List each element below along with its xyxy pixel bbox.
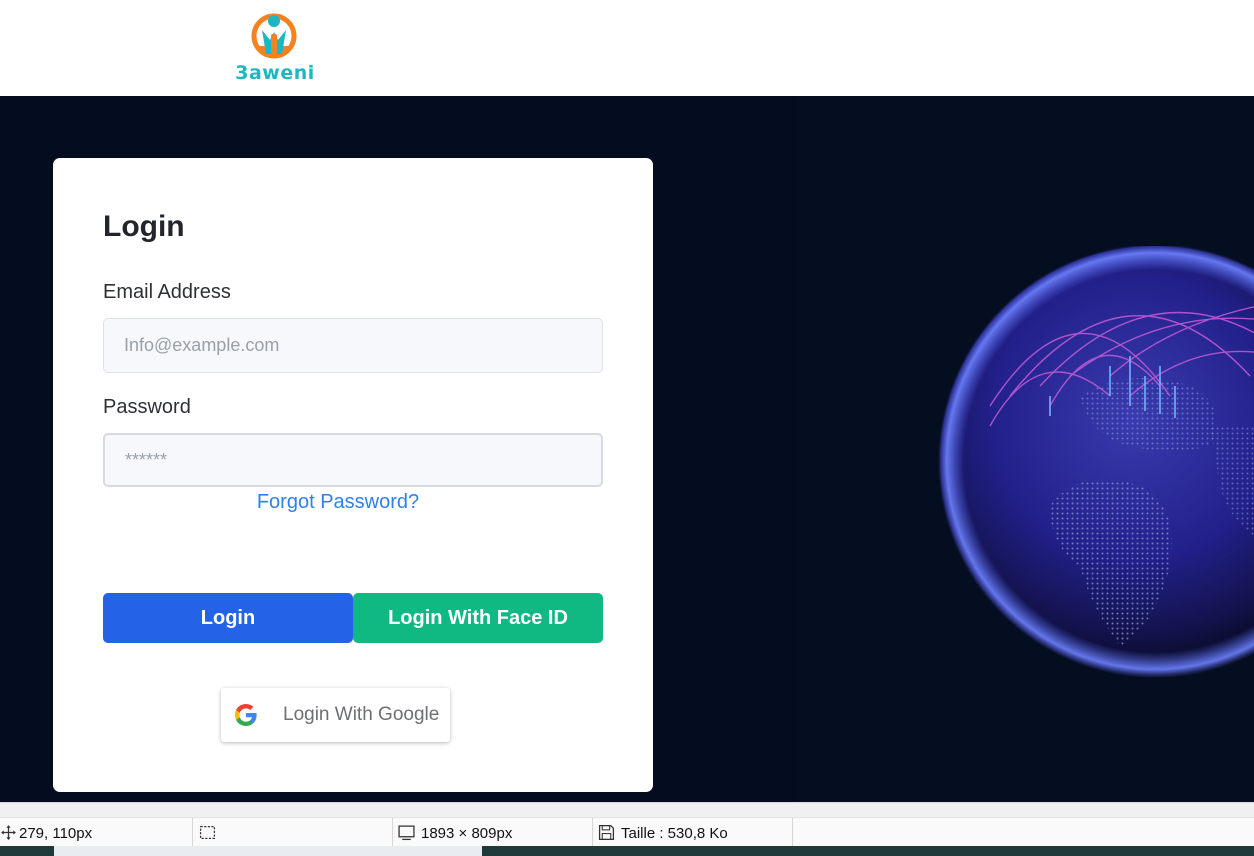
login-card: Login Email Address Password Forgot Pass… — [53, 158, 653, 792]
save-disk-icon — [598, 824, 615, 841]
selection-segment — [193, 818, 393, 848]
globe-illustration — [938, 246, 1254, 678]
login-google-button[interactable]: Login With Google — [221, 688, 450, 742]
person-info-icon — [251, 13, 297, 59]
cursor-position-segment: 279, 110px — [0, 818, 193, 848]
login-title: Login — [103, 210, 185, 243]
selection-icon — [199, 826, 216, 839]
status-bar-row: 279, 110px 1893 × 809px Taille : 530,8 K… — [0, 817, 1254, 849]
google-g-icon — [235, 704, 257, 726]
taskbar-strip-light — [54, 846, 482, 856]
login-button[interactable]: Login — [103, 593, 353, 643]
email-label: Email Address — [103, 281, 231, 303]
cursor-position: 279, 110px — [19, 825, 93, 842]
file-size: Taille : 530,8 Ko — [621, 825, 728, 842]
login-face-id-button[interactable]: Login With Face ID — [353, 593, 603, 643]
email-field[interactable] — [103, 318, 603, 373]
taskbar-strip — [0, 846, 1254, 856]
logo-text: 3aweni — [235, 62, 315, 84]
image-size-icon — [398, 825, 415, 841]
move-cursor-icon — [1, 825, 16, 840]
forgot-password-link[interactable]: Forgot Password? — [53, 491, 623, 514]
image-size-segment: 1893 × 809px — [393, 818, 593, 848]
password-label: Password — [103, 396, 191, 418]
google-button-label: Login With Google — [283, 704, 440, 725]
logo[interactable]: 3aweni — [232, 10, 318, 90]
password-field[interactable] — [103, 433, 603, 487]
site-header: 3aweni — [0, 0, 1254, 96]
file-size-segment: Taille : 530,8 Ko — [593, 818, 793, 848]
image-size: 1893 × 809px — [421, 825, 513, 842]
hero-section: Login Email Address Password Forgot Pass… — [0, 96, 1254, 802]
